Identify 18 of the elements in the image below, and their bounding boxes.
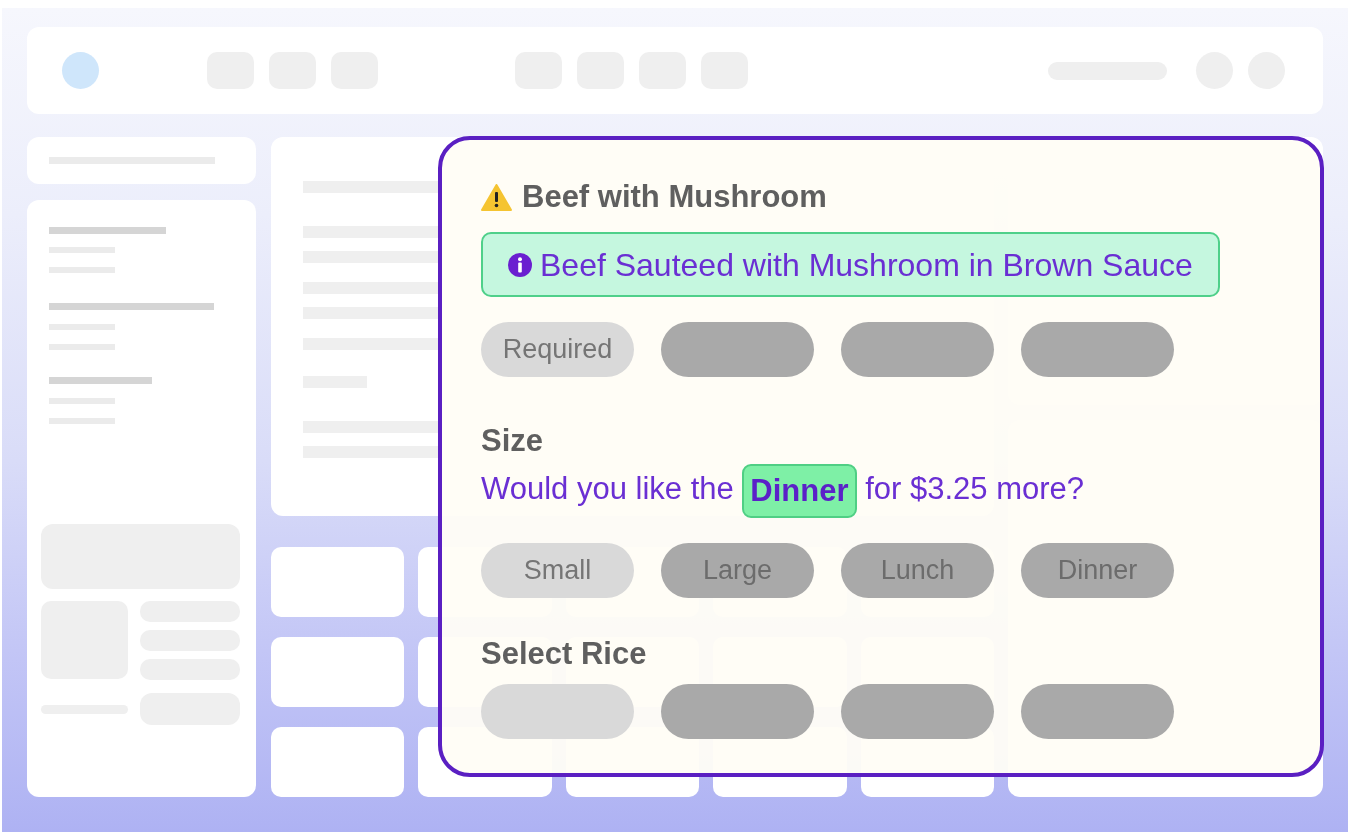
empty-option-chip[interactable] bbox=[661, 322, 814, 377]
section-title: Size bbox=[481, 425, 544, 456]
empty-option-chip[interactable] bbox=[1021, 322, 1174, 377]
option-chip[interactable]: Dinner bbox=[1021, 542, 1174, 598]
empty-option-chip[interactable] bbox=[841, 322, 994, 377]
upsell-prompt: Would you like the Dinner for $3.25 more? bbox=[481, 462, 1084, 518]
description-text: Beef Sauteed with Mushroom in Brown Sauce bbox=[540, 246, 1193, 283]
empty-option-chip[interactable] bbox=[1021, 683, 1174, 739]
warning-icon bbox=[481, 183, 512, 211]
info-icon bbox=[508, 252, 532, 277]
dish-title: Beef with Mushroom bbox=[522, 181, 827, 213]
option-chip[interactable]: Large bbox=[661, 542, 814, 598]
option-chip[interactable]: Required bbox=[481, 322, 634, 377]
option-chip[interactable]: Lunch bbox=[841, 542, 994, 598]
section-title: Select Rice bbox=[481, 637, 647, 669]
option-chip[interactable]: Small bbox=[481, 542, 634, 598]
empty-option-chip[interactable] bbox=[661, 683, 814, 739]
empty-option-chip[interactable] bbox=[841, 683, 994, 739]
